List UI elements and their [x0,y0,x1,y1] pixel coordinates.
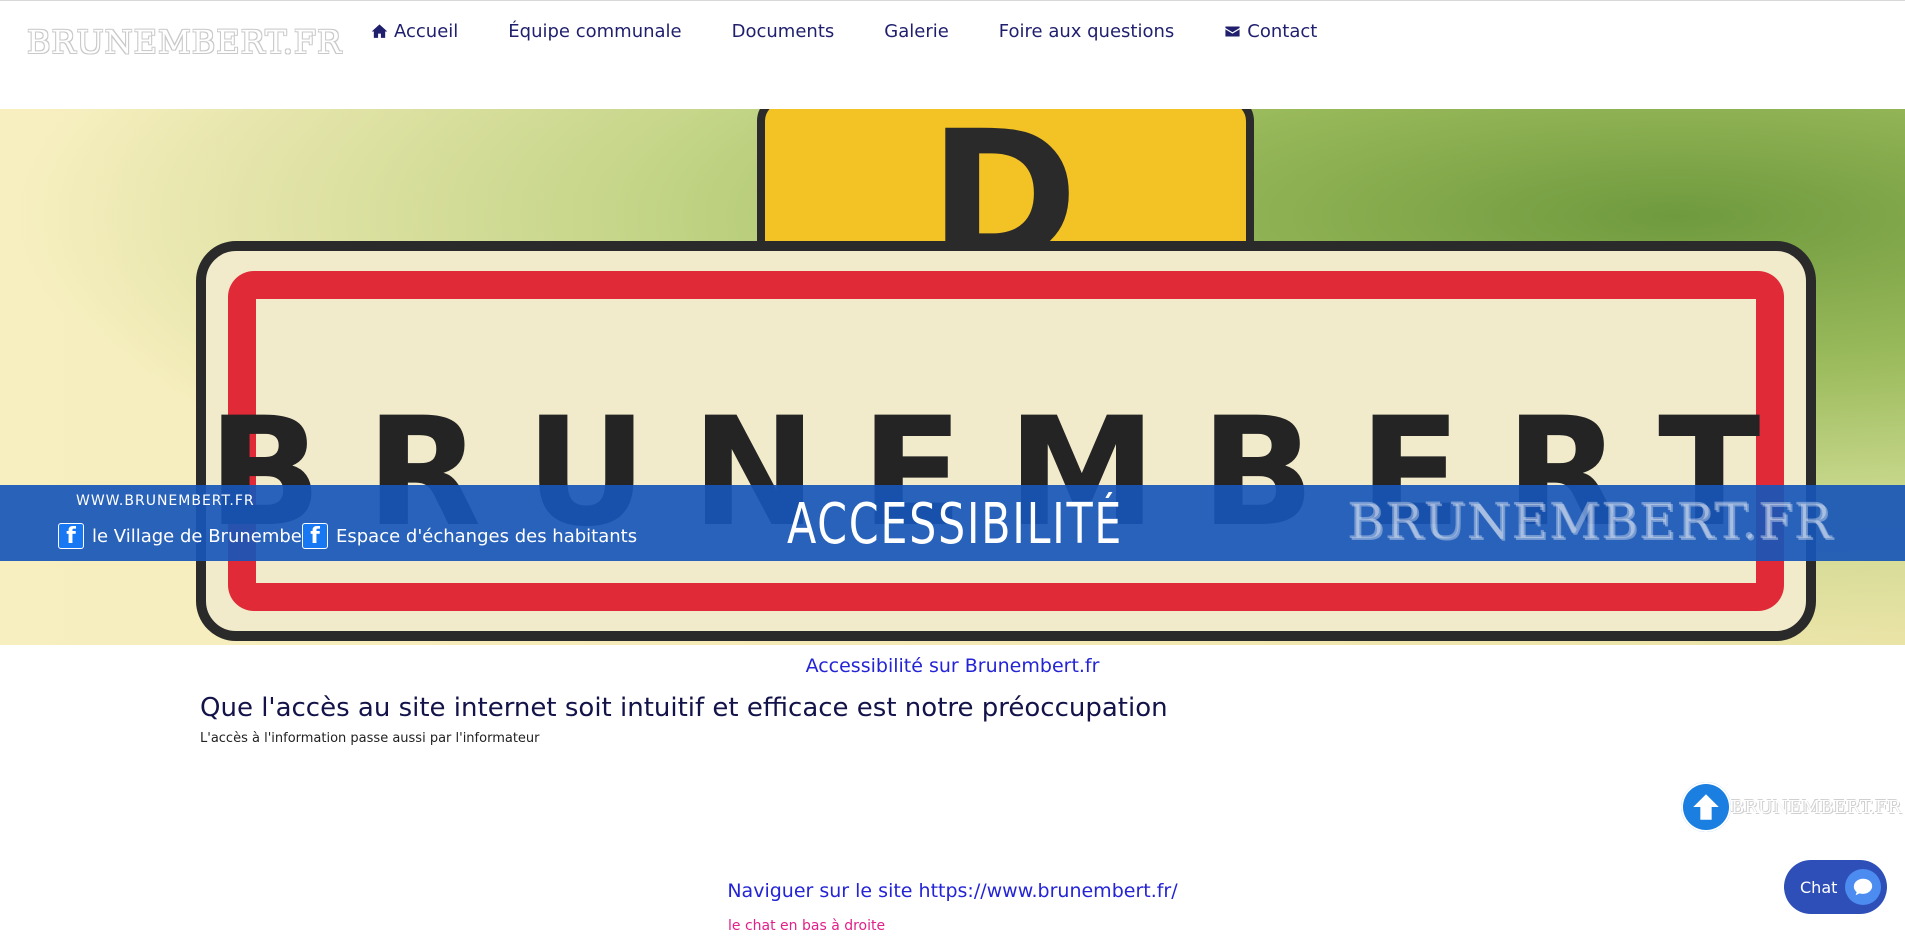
nav-item-equipe-communale[interactable]: Équipe communale [508,21,681,42]
nav-item-label: Accueil [394,21,459,42]
facebook-link-habitants[interactable]: f Espace d'échanges des habitants [302,523,637,549]
section-heading: Accessibilité sur Brunembert.fr [805,655,1100,677]
main-nav: Accueil Équipe communale Documents Galer… [371,21,1367,42]
nav-item-documents[interactable]: Documents [732,21,835,42]
page-title: ACCESSIBILITÉ [786,492,1124,557]
facebook-icon: f [58,523,84,549]
nav-item-accueil[interactable]: Accueil [371,21,458,42]
nav-item-label: Documents [731,21,835,42]
navigation-heading: Naviguer sur le site https://www.brunemb… [727,880,1178,902]
facebook-link-village[interactable]: f le Village de Brunembert [58,523,316,549]
chat-button-label: Chat [1800,877,1838,897]
banner-url: WWW.BRUNEMBERT.FR [76,493,255,509]
scroll-watermark: BRUNEMBERT.FR [1731,797,1901,818]
scroll-to-top-button[interactable] [1681,782,1731,832]
site-header: BRUNEMBERT.FR Accueil Équipe communale D… [0,0,1905,110]
nav-item-label: Galerie [884,21,949,42]
chat-bubble-icon [1845,869,1881,905]
nav-item-label: Foire aux questions [998,21,1175,42]
nav-item-galerie[interactable]: Galerie [884,21,949,42]
hero-title-band: WWW.BRUNEMBERT.FR f le Village de Brunem… [0,485,1905,561]
chat-button[interactable]: Chat [1784,860,1887,914]
chat-note: le chat en bas à droite [728,918,886,934]
hero-banner: D 215 BRUNEMBERT WWW.BRUNEMBERT.FR f le … [0,109,1905,645]
site-logo[interactable]: BRUNEMBERT.FR [27,23,342,61]
envelope-icon [1225,26,1240,37]
content-title: Que l'accès au site internet soit intuit… [200,693,1168,723]
nav-item-label: Contact [1247,21,1318,42]
nav-item-faq[interactable]: Foire aux questions [999,21,1174,42]
facebook-icon: f [302,523,328,549]
arrow-up-icon [1693,794,1719,820]
content-subtitle: L'accès à l'information passe aussi par … [200,731,540,746]
nav-item-label: Équipe communale [508,21,682,42]
home-icon [371,24,388,38]
banner-watermark: BRUNEMBERT.FR [1348,493,1834,551]
town-sign: BRUNEMBERT [196,241,1816,641]
facebook-link-label: Espace d'échanges des habitants [336,525,638,547]
facebook-link-label: le Village de Brunembert [92,525,317,547]
nav-item-contact[interactable]: Contact [1224,21,1317,42]
